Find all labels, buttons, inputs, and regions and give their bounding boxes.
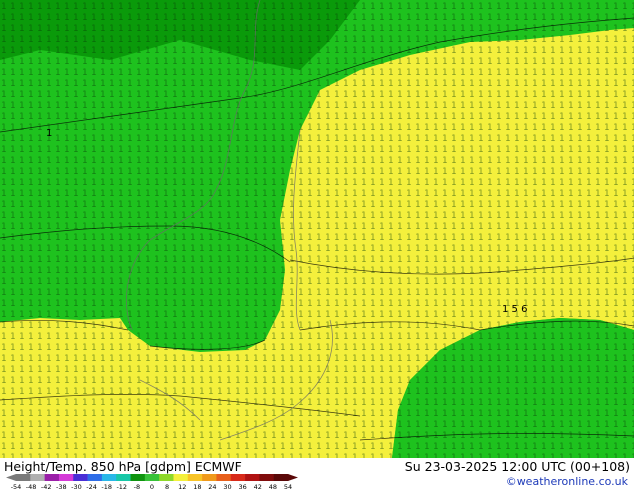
legend-swatch [187,474,203,481]
legend-tick-label: -54 [11,483,22,490]
legend-tick-label: -24 [86,483,97,490]
map-title: Height/Temp. 850 hPa [gdpm] ECMWF [4,459,242,474]
legend-swatch [30,474,45,481]
legend-tick-label: 48 [269,483,277,490]
legend-tick-label: -8 [134,483,140,490]
legend-swatch [159,474,174,481]
legend-tick-label: 30 [223,483,231,490]
legend-tick-label: -30 [71,483,82,490]
label-156: 1 5 6 [502,304,527,315]
legend-tick-label: 24 [208,483,216,490]
footer-bar: Height/Temp. 850 hPa [gdpm] ECMWF Su 23-… [0,458,634,490]
legend-tick-label: 8 [165,483,169,490]
legend-tick-label: -42 [41,483,52,490]
legend-swatch [202,474,217,481]
legend-swatch [116,474,131,481]
legend-swatch [73,474,88,481]
legend-swatch [16,474,31,481]
weather-map-view: 1 1 5 6 Height/Temp. 850 hPa [gdpm] ECMW… [0,0,634,490]
legend-swatch [273,474,289,481]
legend-swatch [216,474,232,481]
legend-swatch [101,474,117,481]
legend-tick-label: -48 [26,483,37,490]
credit-link[interactable]: ©weatheronline.co.uk [506,475,628,488]
color-legend: -54 -48 -42 -38 -30 -24 -18 -12 -8 0 8 12 18 24 30 36 42… [6,474,298,490]
legend-swatch [230,474,246,481]
legend-swatch [58,474,74,481]
legend-tick-label: 0 [150,483,154,490]
legend-swatch [245,474,260,481]
legend-arrow-high [288,474,298,481]
legend-tick-label: -38 [56,483,67,490]
legend-tick-label: 54 [284,483,292,490]
legend-tick-label: 42 [254,483,262,490]
legend-swatch [130,474,146,481]
label-low-1: 1 [46,128,52,139]
legend-swatch [173,474,189,481]
legend-swatch [144,474,160,481]
legend-tick-label: 12 [178,483,186,490]
legend-swatch [259,474,274,481]
temperature-map: 1 1 5 6 [0,0,634,458]
legend-tick-label: 18 [193,483,201,490]
forecast-datetime: Su 23-03-2025 12:00 UTC (00+108) [404,459,630,474]
legend-swatch [44,474,60,481]
legend-tick-label: 36 [239,483,247,490]
legend-tick-label: -12 [116,483,127,490]
legend-arrow-low [6,474,16,481]
legend-swatch [87,474,103,481]
legend-tick-label: -18 [101,483,112,490]
